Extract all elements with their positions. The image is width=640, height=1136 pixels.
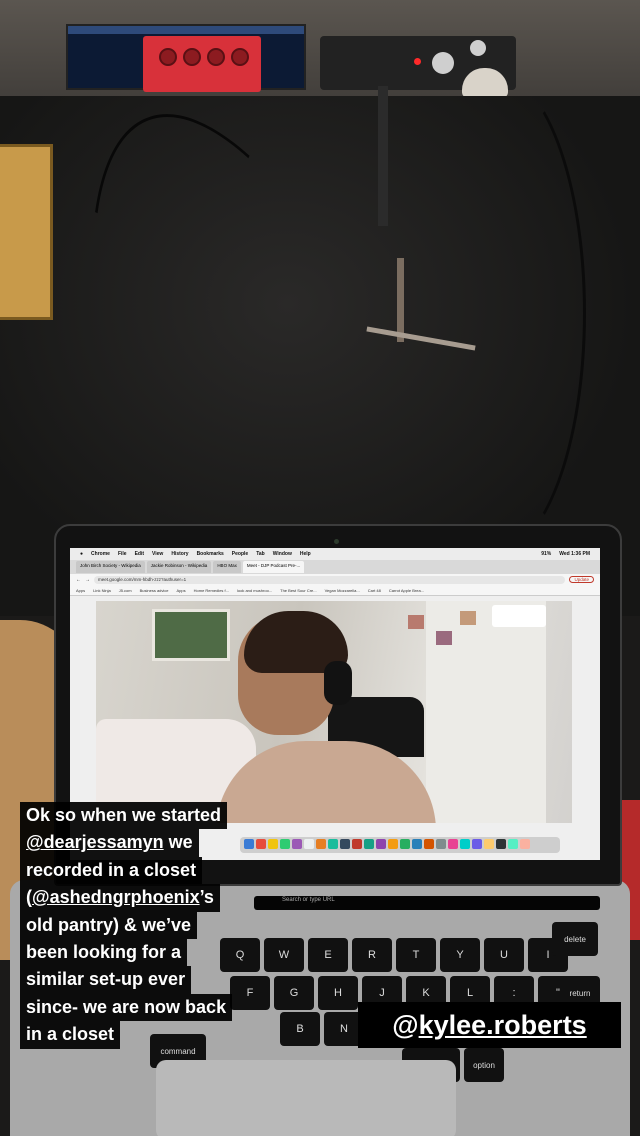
caption-line: since- we are now back [20, 993, 233, 1022]
wall-photo [408, 615, 424, 629]
bookmark: J5.com [118, 587, 132, 593]
forward-icon: → [85, 576, 90, 583]
caption-line: similar set-up ever [20, 966, 192, 994]
caption-line: recorded in a closet [20, 856, 203, 885]
delete-key: delete [552, 922, 598, 956]
wall-painting [152, 609, 230, 661]
mic-pole [397, 258, 404, 342]
apple-icon: ● [80, 551, 84, 557]
menu-item: Tab [256, 551, 265, 557]
caption-line: in a closet [20, 1021, 121, 1049]
mic-stand [378, 86, 388, 226]
dock-app-icon [388, 839, 398, 849]
menu-item: Bookmarks [196, 551, 224, 557]
key-y: Y [440, 938, 480, 972]
key-u: U [484, 938, 524, 972]
dock-app-icon [400, 839, 410, 849]
dock-app-icon [412, 839, 422, 849]
bookmark: Home Remedies f... [193, 587, 229, 593]
photo-scene: Search or type URL Q W E R T Y U Idelete F G H J K L:… [0, 0, 640, 1136]
dock-app-icon [484, 839, 494, 849]
dock-app-icon [280, 839, 290, 849]
bookmark: Link Ninja [93, 587, 111, 593]
menubar-clock: Wed 1:36 PM [559, 551, 590, 557]
dock-app-icon [340, 839, 350, 849]
dock-app-icon [292, 839, 302, 849]
bookmark: Apps [76, 587, 86, 593]
bookmark: Business advice [139, 587, 169, 593]
caption-line: Ok so when we started [20, 802, 228, 830]
dock-app-icon [424, 839, 434, 849]
mention-sticker[interactable]: @ kylee.roberts [358, 1002, 621, 1048]
dock-app-icon [508, 839, 518, 849]
menu-item: File [117, 551, 127, 557]
cable [400, 70, 586, 556]
video-call-feed [96, 601, 572, 823]
caption-line: @dearjessamyn we [20, 829, 199, 857]
dock-app-icon [436, 839, 446, 849]
dock-app-icon [472, 839, 482, 849]
dock-app-icon [520, 839, 530, 849]
mention-ashedngrphoenix[interactable]: @ashedngrphoenix [32, 887, 200, 907]
chair-label-tag [0, 144, 53, 320]
key-b: B [280, 1012, 320, 1046]
menu-item: Window [272, 551, 292, 557]
wall-photo [460, 611, 476, 625]
battery-percent: 91% [541, 551, 552, 557]
menu-item: People [231, 551, 249, 557]
key-e: E [308, 938, 348, 972]
bookmark: Cart 48 [367, 587, 381, 593]
menu-item: History [171, 551, 189, 557]
browser-tabs: John Birch Society - Wikipedia Jackie Ro… [70, 560, 600, 574]
back-icon: ← [76, 576, 81, 583]
key-t: T [396, 938, 436, 972]
url-field: meet.google.com/mm-hbdh-zzz?authuser=1 [94, 575, 566, 584]
caption-line: been looking for a [20, 939, 188, 967]
browser-tab: John Birch Society - Wikipedia [76, 561, 145, 573]
browser-tab: Jackie Robinson - Wikipedia [146, 561, 212, 573]
bookmark: Vegan Mozzarella... [324, 587, 360, 593]
menu-app: Chrome [91, 551, 110, 557]
address-bar: ← → meet.google.com/mm-hbdh-zzz?authuser… [70, 574, 600, 585]
option-key: option [464, 1048, 504, 1082]
wall-photo [436, 631, 452, 645]
dock-app-icon [316, 839, 326, 849]
dock-app-icon [364, 839, 374, 849]
bookmark: The Best Sour Cre... [280, 587, 317, 593]
bookmark: Carrot Apple Brea... [388, 587, 425, 593]
touch-bar-search: Search or type URL [282, 897, 335, 903]
headphones [324, 661, 352, 705]
caption-line: (@ashedngrphoenix’s [20, 884, 220, 912]
key-r: R [352, 938, 392, 972]
key-w: W [264, 938, 304, 972]
dock-app-icon [352, 839, 362, 849]
mention-handle: kylee.roberts [418, 1009, 587, 1040]
webcam-dot [334, 539, 339, 544]
bookmark: Apps [176, 587, 186, 593]
story-caption: Ok so when we started @dearjessamyn we r… [20, 802, 270, 1049]
dock-app-icon [496, 839, 506, 849]
mac-menubar: ● Chrome File Edit View History Bookmark… [70, 548, 600, 560]
browser-tab: HBO Max [213, 561, 241, 573]
self-view-tile [492, 605, 546, 627]
menu-item: Edit [134, 551, 145, 557]
key: H [318, 976, 358, 1010]
browser-tab-active: Meet - DJP Podcast Pre-... [242, 561, 305, 573]
dock-app-icon [460, 839, 470, 849]
menu-item: View [152, 551, 164, 557]
trackpad [156, 1060, 456, 1136]
bookmark: look and mushroo... [237, 587, 273, 593]
dock-app-icon [304, 839, 314, 849]
mention-dearjessamyn[interactable]: @dearjessamyn [26, 832, 164, 852]
menu-item: Help [299, 551, 311, 557]
dock-app-icon [448, 839, 458, 849]
mac-dock [240, 837, 560, 853]
update-button: Update [569, 576, 594, 583]
dock-app-icon [328, 839, 338, 849]
bookmarks-bar: Apps Link Ninja J5.com Business advice A… [70, 585, 600, 596]
key: G [274, 976, 314, 1010]
dock-app-icon [376, 839, 386, 849]
audio-interface [143, 36, 261, 92]
caption-line: old pantry) & we’ve [20, 911, 198, 940]
